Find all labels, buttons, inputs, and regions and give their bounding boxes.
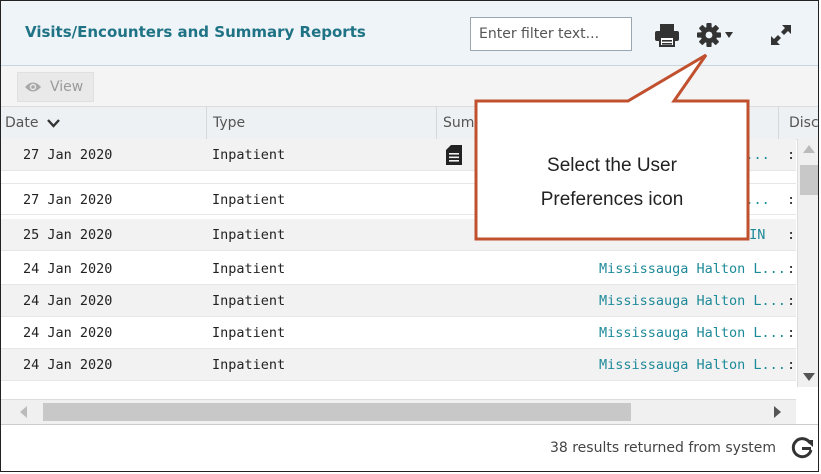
date-cell: 27 Jan 2020: [23, 192, 113, 208]
type-cell: Inpatient: [212, 325, 286, 341]
gear-icon[interactable]: [696, 22, 722, 48]
column-summary-label: Sum: [443, 115, 475, 131]
view-button[interactable]: View: [17, 72, 95, 102]
extra-cell: :: [787, 293, 796, 309]
type-cell: Inpatient: [212, 147, 286, 163]
vertical-scroll-thumb[interactable]: [800, 165, 818, 195]
table-row[interactable]: 24 Jan 2020 Inpatient Mississauga Halton…: [1, 253, 796, 285]
table-row[interactable]: 24 Jan 2020 Inpatient Mississauga Halton…: [1, 317, 796, 349]
date-cell: 25 Jan 2020: [23, 227, 113, 243]
column-date-label: Date: [5, 115, 39, 131]
source-cell[interactable]: Mississauga Halton L...: [599, 285, 786, 317]
table-row[interactable]: 24 Jan 2020 Inpatient Mississauga Halton…: [1, 285, 796, 317]
visits-panel: Visits/Encounters and Summary Reports En…: [0, 0, 819, 472]
refresh-icon[interactable]: [791, 436, 815, 460]
extra-cell: :: [787, 261, 796, 277]
column-header-type[interactable]: Type: [206, 107, 436, 139]
view-label: View: [50, 79, 84, 95]
date-cell: 27 Jan 2020: [23, 147, 113, 163]
extra-cell: :: [787, 147, 796, 163]
table-row[interactable]: 24 Jan 2020 Inpatient Mississauga Halton…: [1, 349, 796, 381]
type-cell: Inpatient: [212, 357, 286, 373]
scroll-up-icon[interactable]: [803, 145, 815, 153]
source-cell[interactable]: Mississauga Halton L...: [599, 349, 786, 381]
type-cell: Inpatient: [212, 261, 286, 277]
extra-cell: :: [787, 192, 796, 208]
date-cell: 24 Jan 2020: [23, 261, 113, 277]
extra-cell: :: [787, 325, 796, 341]
vertical-scrollbar[interactable]: [797, 139, 818, 387]
callout-line-1: Select the User: [547, 155, 677, 176]
column-header-date[interactable]: Date: [1, 107, 206, 139]
source-cell[interactable]: Mississauga Halton L...: [599, 253, 786, 285]
type-cell: Inpatient: [212, 293, 286, 309]
date-cell: 24 Jan 2020: [23, 293, 113, 309]
date-cell: 24 Jan 2020: [23, 357, 113, 373]
panel-title: Visits/Encounters and Summary Reports: [25, 23, 366, 41]
callout-line-2: Preferences icon: [540, 189, 684, 210]
eye-icon: [25, 82, 41, 92]
column-type-label: Type: [213, 115, 246, 131]
sort-desc-icon: [47, 118, 60, 128]
expand-icon[interactable]: [769, 23, 793, 47]
extra-cell: :: [787, 357, 796, 373]
scroll-down-icon[interactable]: [803, 373, 815, 381]
scroll-left-icon[interactable]: [20, 406, 27, 418]
column-header-disc[interactable]: Disc: [778, 107, 819, 139]
horizontal-scrollbar[interactable]: [1, 399, 796, 424]
type-cell: Inpatient: [212, 192, 286, 208]
results-count: 38 results returned from system: [549, 440, 776, 456]
scroll-right-icon[interactable]: [774, 406, 781, 418]
filter-input[interactable]: [470, 17, 632, 51]
column-disc-label: Disc: [789, 115, 819, 131]
document-icon[interactable]: [446, 145, 462, 165]
callout-text: Select the User Preferences icon: [493, 149, 731, 217]
horizontal-scroll-thumb[interactable]: [43, 403, 631, 421]
printer-icon[interactable]: [654, 23, 680, 47]
panel-footer: 38 results returned from system: [1, 424, 818, 471]
extra-cell: :: [787, 227, 796, 243]
source-cell[interactable]: Mississauga Halton L...: [599, 317, 786, 349]
chevron-down-icon[interactable]: [725, 32, 733, 38]
type-cell: Inpatient: [212, 227, 286, 243]
date-cell: 24 Jan 2020: [23, 325, 113, 341]
